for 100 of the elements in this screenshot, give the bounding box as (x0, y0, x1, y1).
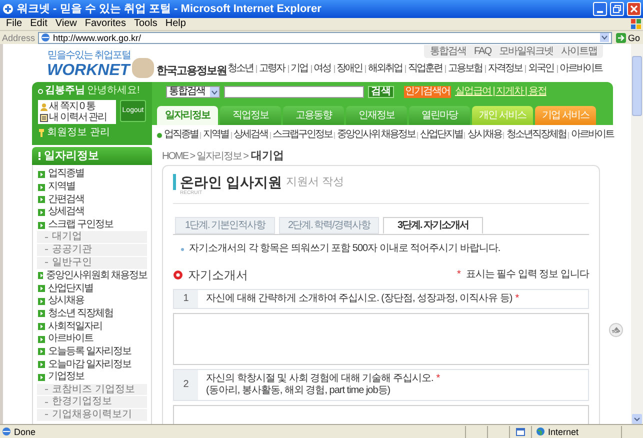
person-icon (40, 102, 48, 110)
dash-icon (45, 236, 48, 238)
nav-link[interactable]: 기업 (290, 63, 308, 75)
dash-icon (45, 389, 48, 390)
page-subtitle: 지원서 작성 (286, 176, 344, 188)
subnav-link[interactable]: 상시채용 (467, 129, 502, 141)
caret-up-icon (614, 326, 618, 330)
search-field[interactable] (224, 86, 364, 98)
close-button[interactable] (627, 2, 641, 16)
sidebar-link[interactable]: 사회적일자리 (48, 320, 102, 333)
menu-item[interactable]: Favorites (80, 18, 130, 30)
question-text: 자신에 대해 간략하게 소개하여 주십시오. (장단점, 성장과정, 이직사유 등) (206, 293, 512, 305)
sidebar-link[interactable]: 업직종별 (48, 168, 84, 180)
page-icon (41, 33, 50, 42)
section-title: 자기소개서 (188, 268, 249, 282)
worknet-logo[interactable]: WORKNET (47, 62, 132, 80)
sidebar-link[interactable]: 상세검색 (48, 206, 84, 218)
close-icon (630, 5, 638, 13)
sidebar-link[interactable]: 산업단지별 (48, 282, 93, 295)
nav-link[interactable]: 고용보험 (448, 63, 483, 75)
sidebar-title: 일자리정보 (44, 150, 99, 162)
arrow-square-icon (38, 285, 45, 292)
sidebar-link[interactable]: 청소년 직장체험 (48, 308, 113, 320)
globe-icon (536, 427, 545, 436)
bullet-icon (157, 132, 162, 138)
arrow-square-icon (38, 184, 45, 191)
menu-item[interactable]: Help (161, 18, 190, 30)
required-note: 표시는 필수 입력 정보 입니다 (466, 269, 589, 281)
scrollbar-thumb[interactable] (632, 56, 642, 116)
restore-button[interactable] (610, 2, 624, 16)
scrollbar[interactable] (631, 44, 643, 424)
organization-name: 한국고용정보원 (156, 65, 226, 78)
subnav-link[interactable]: 스크랩구인정보 (272, 129, 332, 141)
nav-link[interactable]: 아르바이트 (560, 63, 603, 75)
sidebar-link[interactable]: 간편검색 (48, 194, 84, 206)
nav-link[interactable]: 여성 (314, 63, 332, 75)
utility-link[interactable]: 통합검색 (430, 46, 466, 58)
restore-icon (613, 5, 621, 13)
dropdown-arrow-icon[interactable] (600, 33, 609, 42)
utility-link[interactable]: 사이트맵 (561, 46, 597, 58)
arrow-square-icon (38, 374, 45, 381)
sidebar-link[interactable]: 스크랩 구인정보 (48, 219, 113, 232)
bullet-icon (181, 248, 184, 250)
search-button[interactable]: 검색 (368, 86, 394, 98)
nav-link[interactable]: 고령자 (259, 63, 286, 75)
address-label: Address (2, 32, 36, 44)
browser-icon (2, 3, 14, 15)
sidebar-link[interactable]: 오늘마감 일자리정보 (48, 358, 131, 371)
sidebar-link[interactable]: 중앙인사위원회 채용정보 (46, 270, 147, 282)
subnav-link[interactable]: 지역별 (203, 129, 228, 141)
scroll-down-icon[interactable] (632, 414, 642, 424)
nav-link[interactable]: 청소년 (228, 63, 254, 75)
minimize-button[interactable] (593, 2, 607, 16)
search-scope-select[interactable]: 통합검색 (166, 86, 220, 98)
sidebar-link[interactable]: 오늘등록 일자리정보 (48, 346, 131, 358)
window-title: 워크넷 - 믿을 수 있는 취업 포털 - Microsoft Internet Explorer (17, 2, 322, 16)
nav-link[interactable]: 해외취업 (368, 63, 403, 75)
nav-tab[interactable]: 일자리정보 (157, 106, 218, 125)
sidebar-link[interactable]: 지역별 (48, 181, 75, 194)
popular-label: 인기검색어 (404, 86, 451, 98)
breadcrumb-current: 대기업 (251, 150, 284, 163)
required-mark: * (456, 269, 461, 281)
menu-item[interactable]: File (2, 18, 26, 30)
sidebar-link[interactable]: 아르바이트 (48, 333, 93, 346)
go-button[interactable]: Go (614, 32, 641, 42)
windows-logo-icon (631, 19, 641, 29)
title-accent (173, 174, 176, 190)
dash-icon (45, 262, 48, 264)
utility-link[interactable]: FAQ (474, 46, 491, 58)
arrow-square-icon (38, 348, 45, 356)
sidebar-link[interactable]: 상시채용 (48, 295, 84, 308)
address-field[interactable]: http://www.work.go.kr/ (38, 32, 612, 44)
required-mark: * (515, 293, 520, 305)
subnav-link[interactable]: 업직종별 (164, 129, 198, 141)
question-number: 1 (174, 290, 198, 308)
menu-item[interactable]: View (51, 18, 81, 30)
menu-item[interactable]: Edit (26, 18, 52, 30)
illustration-placeholder (132, 58, 154, 78)
utility-link[interactable]: 모바일워크넷 (499, 46, 553, 58)
menu-item[interactable]: Tools (130, 18, 162, 30)
window-icon (516, 428, 525, 436)
sidebar-link[interactable]: 기업정보 (48, 371, 84, 384)
subnav-link[interactable]: 아르바이트 (570, 129, 614, 141)
nav-link[interactable]: 장애인 (336, 63, 363, 75)
required-mark: * (436, 373, 440, 385)
subnav-link[interactable]: 청소년직장체험 (506, 129, 566, 141)
arrow-square-icon (38, 222, 45, 229)
messages-link[interactable]: 새 쪽지 0 통 (49, 101, 95, 112)
subnav-link[interactable]: 중앙인사위 채용정보 (337, 129, 415, 141)
breadcrumb-path: HOME > 일자리정보 > (162, 151, 248, 163)
step-tab[interactable]: 3단계. 자기소개서 (383, 217, 483, 234)
subnav-link[interactable]: 산업단지별 (420, 129, 462, 141)
nav-link[interactable]: 자격정보 (488, 63, 523, 75)
nav-link[interactable]: 외국인 (528, 63, 554, 75)
resume-link[interactable]: 내 이력서 관리 (49, 112, 107, 123)
subnav-link[interactable]: 상세검색 (234, 129, 268, 141)
arrow-square-icon (38, 298, 45, 305)
nav-link[interactable]: 직업훈련 (408, 63, 443, 75)
page-title: 온라인 입사지원 (180, 174, 282, 190)
arrow-square-icon (38, 196, 45, 204)
